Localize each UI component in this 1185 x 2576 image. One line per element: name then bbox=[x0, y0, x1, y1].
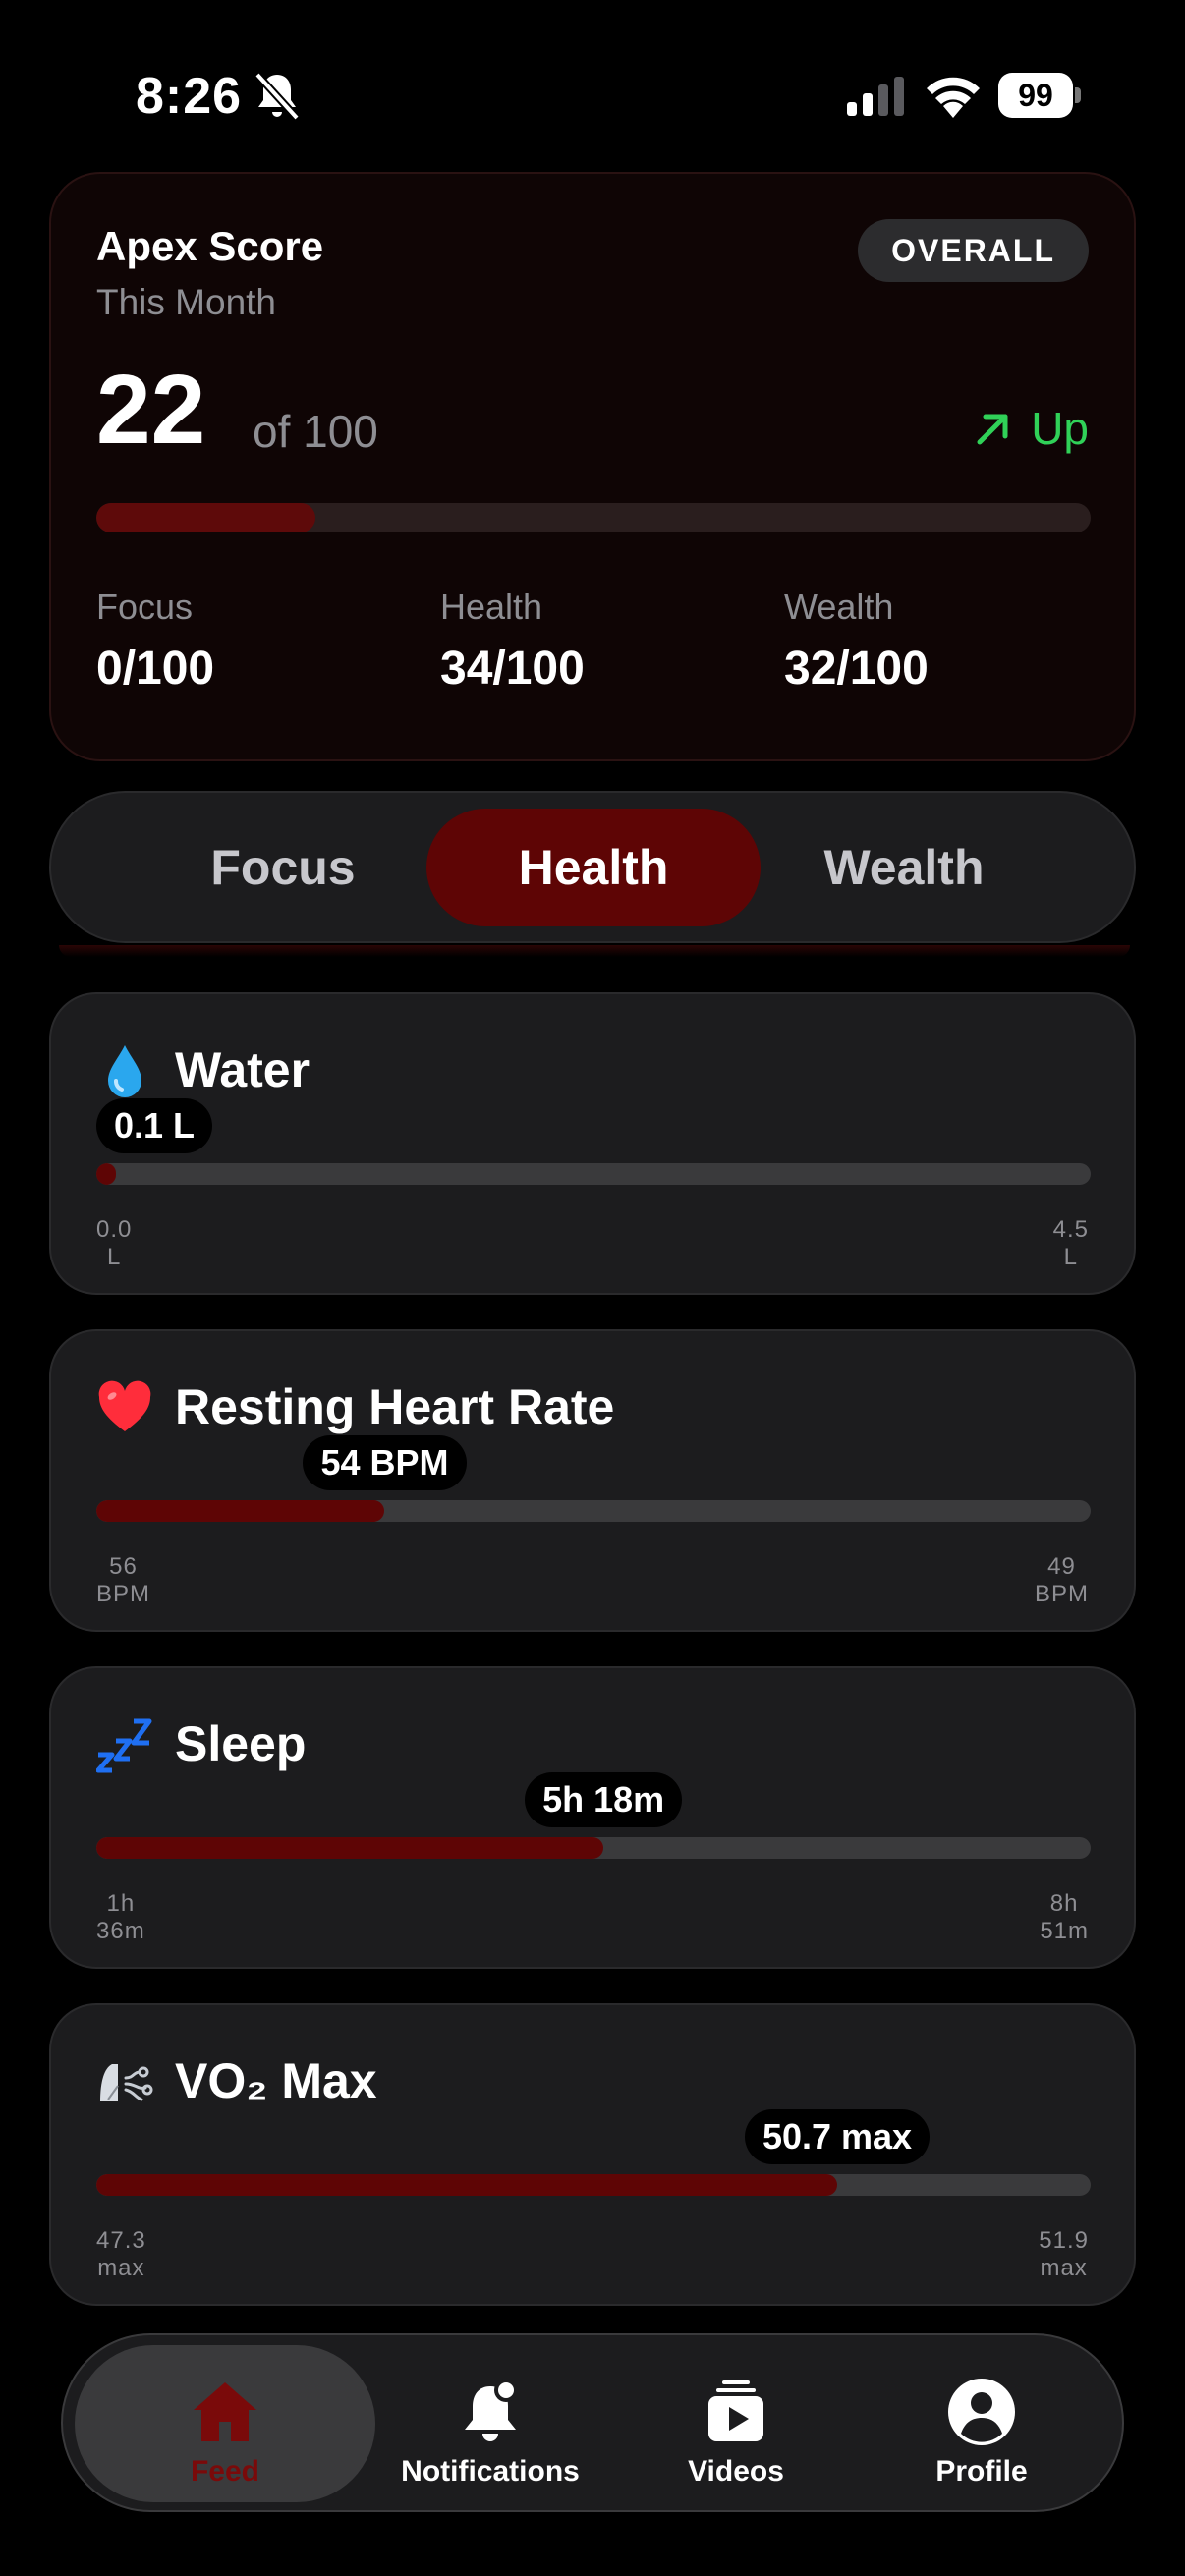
apex-score-value: 22 bbox=[96, 355, 206, 465]
video-icon bbox=[708, 2380, 763, 2441]
wifi-icon bbox=[927, 77, 980, 118]
metric-value-pill: 54 BPM bbox=[303, 1435, 467, 1490]
range-max-value: 8h bbox=[1049, 1890, 1079, 1917]
metric-title: Water bbox=[175, 1042, 310, 1097]
status-time: 8:26 bbox=[136, 68, 243, 125]
status-bar: 8:26 99 bbox=[0, 0, 1185, 187]
metric-progress-fill bbox=[96, 1500, 385, 1522]
metric-card-vo2-max[interactable]: VO₂ Max 50.7 max 47.3 max 51.9 max bbox=[49, 2003, 1136, 2306]
tab-feed[interactable]: Feed bbox=[75, 2345, 375, 2502]
subscore-label: Focus bbox=[96, 587, 194, 627]
tab-label: Videos bbox=[688, 2455, 784, 2488]
trend-indicator: Up bbox=[974, 402, 1089, 455]
arrow-up-right-icon bbox=[977, 414, 1008, 445]
segment-health[interactable]: Health bbox=[426, 809, 761, 926]
metric-value-pill: 0.1 L bbox=[96, 1098, 213, 1153]
trend-label: Up bbox=[1031, 403, 1089, 454]
subscore-label: Health bbox=[440, 587, 543, 627]
range-min-value: 56 bbox=[109, 1553, 138, 1580]
range-max-unit: max bbox=[1040, 2255, 1088, 2281]
segment-focus[interactable]: Focus bbox=[116, 809, 450, 926]
apex-score-max: of 100 bbox=[253, 406, 378, 457]
range-min-value: 0.0 bbox=[96, 1216, 133, 1243]
range-min-value: 1h bbox=[106, 1890, 136, 1917]
metric-value-pill: 5h 18m bbox=[525, 1772, 683, 1827]
range-max: 8h 51m bbox=[1040, 1890, 1089, 1945]
apex-score-card: Apex Score This Month OVERALL 22 of 100 … bbox=[49, 172, 1136, 761]
metric-title: Sleep bbox=[175, 1716, 307, 1771]
apex-title: Apex Score bbox=[96, 223, 324, 269]
category-segmented-control: Focus Health Wealth bbox=[49, 791, 1136, 943]
segment-glow bbox=[59, 945, 1130, 957]
range-min-unit: max bbox=[97, 2255, 145, 2281]
range-min: 0.0 L bbox=[96, 1216, 132, 1271]
range-max: 51.9 max bbox=[1039, 2227, 1089, 2282]
battery-indicator: 99 bbox=[998, 73, 1081, 118]
subscore-value: 32/100 bbox=[784, 643, 929, 695]
subscore-value: 34/100 bbox=[440, 643, 585, 695]
home-icon bbox=[194, 2382, 256, 2441]
metric-progress-fill bbox=[96, 1163, 117, 1185]
subscore-label: Wealth bbox=[784, 587, 894, 627]
range-max-unit: L bbox=[1063, 1244, 1078, 1270]
metric-progress-track bbox=[96, 1163, 1091, 1185]
battery-level: 99 bbox=[998, 73, 1073, 118]
metric-title: Resting Heart Rate bbox=[175, 1379, 615, 1434]
range-min-unit: BPM bbox=[96, 1581, 151, 1607]
range-max-unit: 51m bbox=[1040, 1918, 1089, 1944]
range-max-value: 4.5 bbox=[1052, 1216, 1089, 1243]
apex-progress-track bbox=[96, 503, 1091, 532]
range-min-unit: 36m bbox=[96, 1918, 145, 1944]
subscore-wealth: Wealth 32/100 bbox=[784, 587, 929, 696]
range-max: 49 BPM bbox=[1035, 1553, 1089, 1608]
range-min-value: 47.3 bbox=[96, 2227, 146, 2254]
apex-progress-fill bbox=[96, 503, 315, 532]
tab-label: Notifications bbox=[401, 2455, 580, 2488]
metric-card-resting-heart-rate[interactable]: Resting Heart Rate 54 BPM 56 BPM 49 BPM bbox=[49, 1329, 1136, 1632]
range-min: 47.3 max bbox=[96, 2227, 146, 2282]
tab-profile[interactable]: Profile bbox=[859, 2345, 1104, 2502]
range-min: 56 BPM bbox=[96, 1553, 150, 1608]
bell-icon bbox=[465, 2379, 518, 2441]
subscore-value: 0/100 bbox=[96, 643, 215, 695]
metric-card-water[interactable]: Water 0.1 L 0.0 L 4.5 L bbox=[49, 992, 1136, 1295]
metric-progress-track bbox=[96, 1837, 1091, 1859]
tab-videos[interactable]: Videos bbox=[613, 2345, 859, 2502]
range-max-unit: BPM bbox=[1034, 1581, 1089, 1607]
cellular-signal-icon bbox=[847, 77, 904, 116]
tab-notifications[interactable]: Notifications bbox=[367, 2345, 613, 2502]
range-min: 1h 36m bbox=[96, 1890, 145, 1945]
overall-button[interactable]: OVERALL bbox=[858, 219, 1089, 282]
zzz-icon bbox=[96, 1718, 152, 1773]
metric-progress-fill bbox=[96, 2174, 837, 2196]
subscore-focus: Focus 0/100 bbox=[96, 587, 214, 696]
profile-icon bbox=[948, 2379, 1015, 2445]
metric-progress-track bbox=[96, 2174, 1091, 2196]
heart-icon bbox=[98, 1380, 151, 1431]
metric-card-sleep[interactable]: Sleep 5h 18m 1h 36m 8h 51m bbox=[49, 1666, 1136, 1969]
range-max-value: 51.9 bbox=[1039, 2227, 1089, 2254]
range-max-value: 49 bbox=[1047, 1553, 1076, 1580]
water-drop-icon bbox=[108, 1045, 141, 1097]
apex-subtitle: This Month bbox=[96, 282, 277, 322]
range-min-unit: L bbox=[107, 1244, 122, 1270]
bottom-tab-bar: Feed Notifications Videos Profile bbox=[61, 2333, 1124, 2512]
bell-off-icon bbox=[254, 72, 300, 121]
metric-value-pill: 50.7 max bbox=[744, 2109, 931, 2164]
range-max: 4.5 L bbox=[1053, 1216, 1089, 1271]
tab-label: Profile bbox=[935, 2455, 1028, 2488]
metric-progress-track bbox=[96, 1500, 1091, 1522]
metric-progress-fill bbox=[96, 1837, 604, 1859]
tab-label: Feed bbox=[190, 2455, 260, 2488]
metric-title: VO₂ Max bbox=[175, 2053, 377, 2108]
battery-tip bbox=[1075, 87, 1081, 103]
segment-wealth[interactable]: Wealth bbox=[737, 809, 1071, 926]
subscore-health: Health 34/100 bbox=[440, 587, 585, 696]
lungs-icon bbox=[100, 2064, 153, 2101]
